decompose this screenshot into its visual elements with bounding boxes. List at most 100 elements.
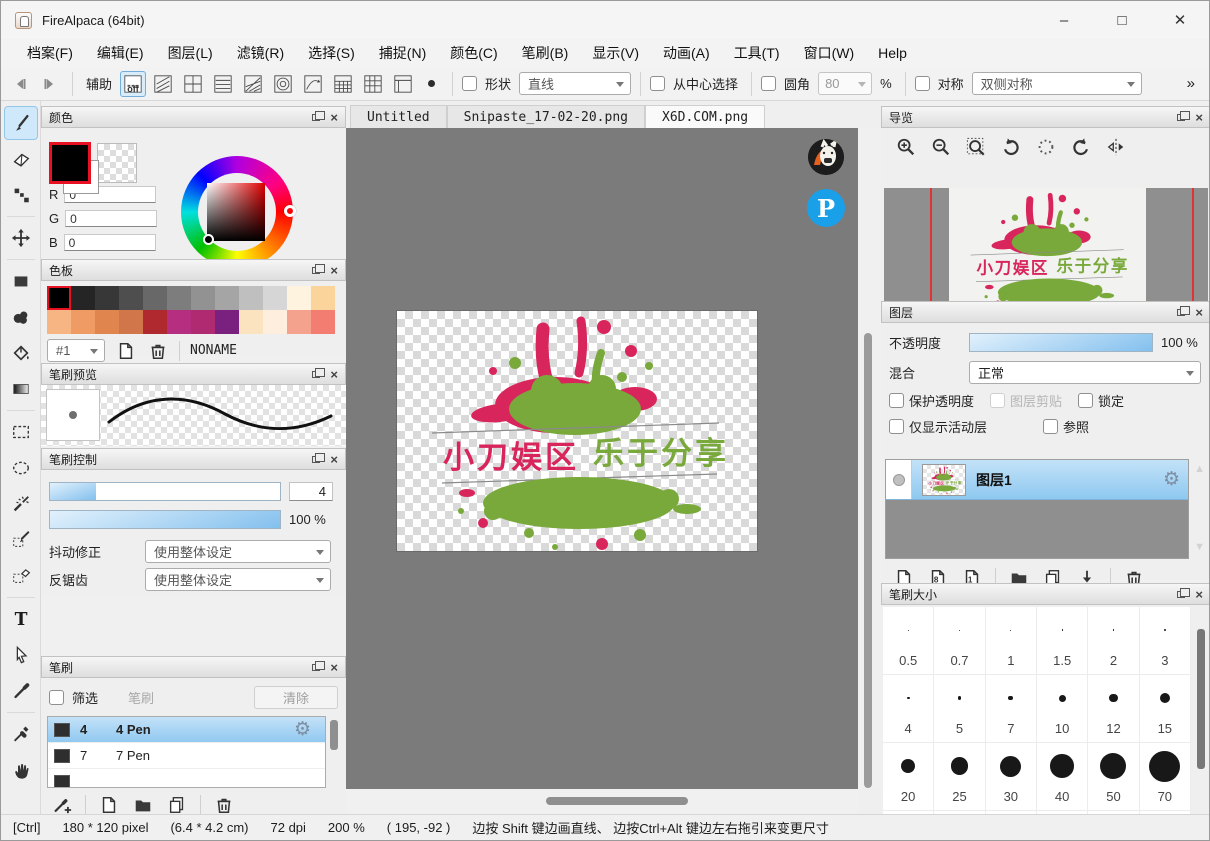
- brush-size-value[interactable]: 4: [289, 482, 333, 501]
- zoom-out-icon[interactable]: [930, 136, 952, 158]
- brush-size-cell[interactable]: 12: [1088, 675, 1139, 743]
- artboard[interactable]: [397, 311, 757, 551]
- minimize-button[interactable]: –: [1035, 1, 1093, 39]
- jitter-select[interactable]: 使用整体设定: [145, 540, 331, 563]
- menu-item[interactable]: Help: [866, 42, 919, 64]
- tool-select-pen[interactable]: [4, 523, 38, 557]
- foreground-color-swatch[interactable]: [49, 142, 91, 184]
- layer-option-checkbox[interactable]: 参照: [1043, 417, 1089, 436]
- alpaca-avatar-icon[interactable]: [808, 139, 844, 175]
- menu-item[interactable]: 笔刷(B): [510, 40, 581, 66]
- close-panel-icon[interactable]: ×: [330, 264, 338, 277]
- brush-size-cell[interactable]: 40: [1037, 743, 1088, 811]
- menu-item[interactable]: 选择(S): [296, 40, 367, 66]
- close-panel-icon[interactable]: ×: [330, 661, 338, 674]
- toolbar-overflow-button[interactable]: »: [1187, 75, 1203, 92]
- layer-option-checkbox[interactable]: 仅显示活动层: [889, 417, 987, 436]
- layer-settings-gear-icon[interactable]: ⚙: [1163, 468, 1180, 491]
- shape-select[interactable]: 直线: [519, 72, 631, 95]
- brush-filter-checkbox[interactable]: [49, 690, 64, 705]
- next-arrow-icon[interactable]: [37, 72, 63, 96]
- layer-row[interactable]: 图层1⚙: [886, 460, 1188, 500]
- brush-size-cell[interactable]: 0.7: [934, 607, 985, 675]
- rotate-right-icon[interactable]: [1070, 136, 1092, 158]
- maximize-button[interactable]: □: [1093, 1, 1151, 39]
- rotate-left-icon[interactable]: [1000, 136, 1022, 158]
- new-palette-color-icon[interactable]: [115, 340, 137, 362]
- parallel-snap-icon[interactable]: [150, 71, 176, 97]
- delete-palette-color-icon[interactable]: [147, 340, 169, 362]
- close-panel-icon[interactable]: ×: [330, 368, 338, 381]
- close-panel-icon[interactable]: ×: [1195, 111, 1203, 124]
- brush-size-cell[interactable]: 50: [1088, 743, 1139, 811]
- blend-select[interactable]: 正常: [969, 361, 1201, 384]
- palette-swatch[interactable]: [143, 310, 167, 334]
- cross-snap-icon[interactable]: [180, 71, 206, 97]
- document-tab[interactable]: X6D.COM.png: [645, 105, 765, 128]
- symmetry-checkbox[interactable]: [915, 76, 930, 91]
- concentric-snap-icon[interactable]: [270, 71, 296, 97]
- visibility-dot-icon[interactable]: [893, 474, 905, 486]
- tool-select-eraser[interactable]: [4, 559, 38, 593]
- tool-rectangle[interactable]: [4, 264, 38, 298]
- layer-option-checkbox[interactable]: 锁定: [1078, 391, 1124, 410]
- b-slider[interactable]: 0: [64, 234, 156, 251]
- palette-swatch[interactable]: [71, 310, 95, 334]
- palette-swatch[interactable]: [239, 310, 263, 334]
- brush-size-cell[interactable]: 0.5: [883, 607, 934, 675]
- palette-swatch[interactable]: [95, 310, 119, 334]
- horizontal-snap-icon[interactable]: [210, 71, 236, 97]
- saturation-value-square[interactable]: [207, 183, 265, 241]
- canvas-vertical-scrollbar[interactable]: [858, 128, 881, 789]
- tool-bucket[interactable]: [4, 336, 38, 370]
- brush-size-cell[interactable]: 15: [1140, 675, 1191, 743]
- palette-swatch[interactable]: [311, 310, 335, 334]
- grid-snap-icon[interactable]: [360, 71, 386, 97]
- tool-pointer[interactable]: [4, 638, 38, 672]
- brush-size-cell[interactable]: 30: [986, 743, 1037, 811]
- palette-swatch[interactable]: [191, 286, 215, 310]
- antialias-select[interactable]: 使用整体设定: [145, 568, 331, 591]
- corner-value-spinner[interactable]: 80: [818, 72, 872, 95]
- navigator-thumbnail[interactable]: [884, 188, 1208, 319]
- duplicate-brush-icon[interactable]: [166, 794, 188, 816]
- brush-size-cell[interactable]: 5: [934, 675, 985, 743]
- close-panel-icon[interactable]: ×: [330, 111, 338, 124]
- brush-size-cell[interactable]: 20: [883, 743, 934, 811]
- palette-swatch[interactable]: [263, 310, 287, 334]
- menu-item[interactable]: 滤镜(R): [225, 40, 296, 66]
- palette-swatch[interactable]: [263, 286, 287, 310]
- document-tab[interactable]: Snipaste_17-02-20.png: [447, 105, 645, 128]
- palette-swatch[interactable]: [215, 286, 239, 310]
- float-panel-icon[interactable]: [1177, 591, 1185, 598]
- brush-size-cell[interactable]: 25: [934, 743, 985, 811]
- frame-snap-icon[interactable]: [390, 71, 416, 97]
- tool-move[interactable]: [4, 221, 38, 255]
- palette-swatch[interactable]: [287, 286, 311, 310]
- prev-arrow-icon[interactable]: [7, 72, 33, 96]
- center-select-checkbox[interactable]: [650, 76, 665, 91]
- palette-swatch[interactable]: [143, 286, 167, 310]
- menu-item[interactable]: 显示(V): [580, 40, 651, 66]
- brush-list-item[interactable]: 44 Pen⚙: [48, 717, 325, 743]
- corner-checkbox[interactable]: [761, 76, 776, 91]
- tool-gradient[interactable]: [4, 372, 38, 406]
- float-panel-icon[interactable]: [312, 371, 320, 378]
- tool-pen[interactable]: [4, 674, 38, 708]
- tool-eraser[interactable]: [4, 142, 38, 176]
- vanishing-point-snap-icon[interactable]: [240, 71, 266, 97]
- palette-swatch[interactable]: [287, 310, 311, 334]
- zoom-in-icon[interactable]: [895, 136, 917, 158]
- float-panel-icon[interactable]: [312, 664, 320, 671]
- float-panel-icon[interactable]: [312, 456, 320, 463]
- flip-horizontal-icon[interactable]: [1105, 136, 1127, 158]
- brush-size-cell[interactable]: 1: [986, 607, 1037, 675]
- brush-size-cell[interactable]: 1.5: [1037, 607, 1088, 675]
- layer-scroll-down-icon[interactable]: ▼: [1194, 541, 1205, 553]
- brush-opacity-slider[interactable]: [49, 510, 281, 529]
- palette-swatch[interactable]: [47, 286, 71, 310]
- menu-item[interactable]: 窗口(W): [792, 40, 867, 66]
- tool-dot[interactable]: [4, 178, 38, 212]
- menu-item[interactable]: 动画(A): [651, 40, 722, 66]
- brush-size-cell[interactable]: 7: [986, 675, 1037, 743]
